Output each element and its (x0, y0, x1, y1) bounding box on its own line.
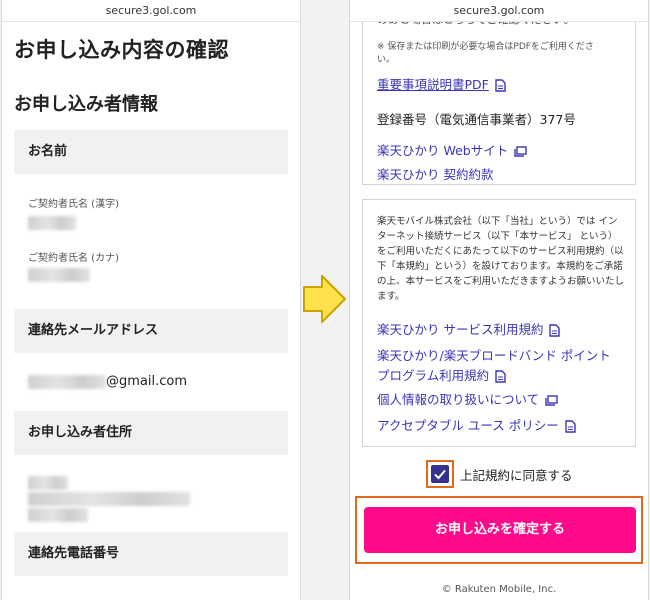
name-kana-label: ご契約者氏名 (カナ) (28, 253, 119, 264)
field-header-phone: 連絡先電話番号 (14, 532, 288, 576)
save-note-line1: ※ 保存または印刷が必要な場合はPDFをご利用くださ (377, 42, 594, 52)
document-icon (549, 324, 561, 337)
documents-card: のあと場合はこちらでご確認ください。 ※ 保存または印刷が必要な場合はPDFをご… (362, 0, 636, 185)
consent-checkbox[interactable] (426, 460, 454, 488)
pdf-link-label: 重要事項説明書PDF (377, 77, 489, 92)
point-program-label-1: 楽天ひかり/楽天ブロードバンド ポイント (377, 348, 611, 363)
redacted-name-kana (28, 268, 90, 282)
section-title: お申し込み者情報 (14, 94, 158, 115)
checkmark-icon (434, 469, 446, 480)
privacy-link[interactable]: 個人情報の取り扱いについて (377, 390, 558, 410)
field-header-address: お申し込み者住所 (14, 411, 288, 455)
point-program-link[interactable]: 楽天ひかり/楽天ブロードバンド ポイント プログラム利用規約 (377, 346, 611, 386)
registration-number: 登録番号（電気通信事業者）377号 (377, 112, 576, 127)
document-icon (495, 370, 506, 383)
service-terms-link[interactable]: 楽天ひかり サービス利用規約 (377, 320, 561, 340)
pdf-link[interactable]: 重要事項説明書PDF (377, 75, 506, 95)
external-window-icon (514, 146, 527, 157)
redacted-address-1 (28, 492, 190, 506)
footer-copyright: © Rakuten Mobile, Inc. (441, 584, 557, 595)
save-note-line2: い。 (377, 55, 396, 65)
website-link[interactable]: 楽天ひかり Webサイト (377, 141, 527, 161)
acceptable-use-label: アクセプタブル ユース ポリシー (377, 418, 559, 433)
name-kanji-label: ご契約者氏名 (漢字) (28, 199, 119, 210)
redacted-name-kanji (28, 216, 76, 230)
redacted-postal (28, 476, 68, 490)
terms-text: 楽天モバイル株式会社（以下「当社」という）では インターネット接続サービス（以下… (377, 216, 625, 302)
before-screen: secure3.gol.com お申し込み内容の確認 お申し込み者情報 お名前 … (1, 0, 301, 600)
checkbox-fill (431, 465, 449, 483)
point-program-label-2: プログラム利用規約 (377, 368, 490, 383)
after-screen: secure3.gol.com のあと場合はこちらでご確認ください。 ※ 保存ま… (349, 0, 649, 600)
privacy-link-label: 個人情報の取り扱いについて (377, 392, 540, 407)
pdf-icon (495, 79, 506, 92)
document-icon (565, 420, 576, 433)
redacted-email-user (28, 375, 106, 389)
url-bar[interactable]: secure3.gol.com (2, 0, 300, 22)
email-domain: @gmail.com (106, 374, 188, 389)
terms-card: 楽天モバイル株式会社（以下「当社」という）では インターネット接続サービス（以下… (362, 199, 636, 447)
contract-link[interactable]: 楽天ひかり 契約約款 (377, 165, 493, 184)
field-header-name: お名前 (14, 130, 288, 174)
field-header-email: 連絡先メールアドレス (14, 309, 288, 353)
redacted-address-2 (28, 508, 88, 522)
website-link-label: 楽天ひかり Webサイト (377, 143, 509, 158)
confirm-application-button[interactable]: お申し込みを確定する (364, 507, 636, 553)
external-window-icon (545, 395, 558, 406)
acceptable-use-link[interactable]: アクセプタブル ユース ポリシー (377, 416, 576, 436)
transition-arrow-icon (303, 275, 346, 323)
service-terms-label: 楽天ひかり サービス利用規約 (377, 322, 544, 337)
consent-label[interactable]: 上記規約に同意する (460, 465, 573, 484)
url-bar[interactable]: secure3.gol.com (350, 0, 648, 22)
page-title: お申し込み内容の確認 (14, 38, 229, 62)
